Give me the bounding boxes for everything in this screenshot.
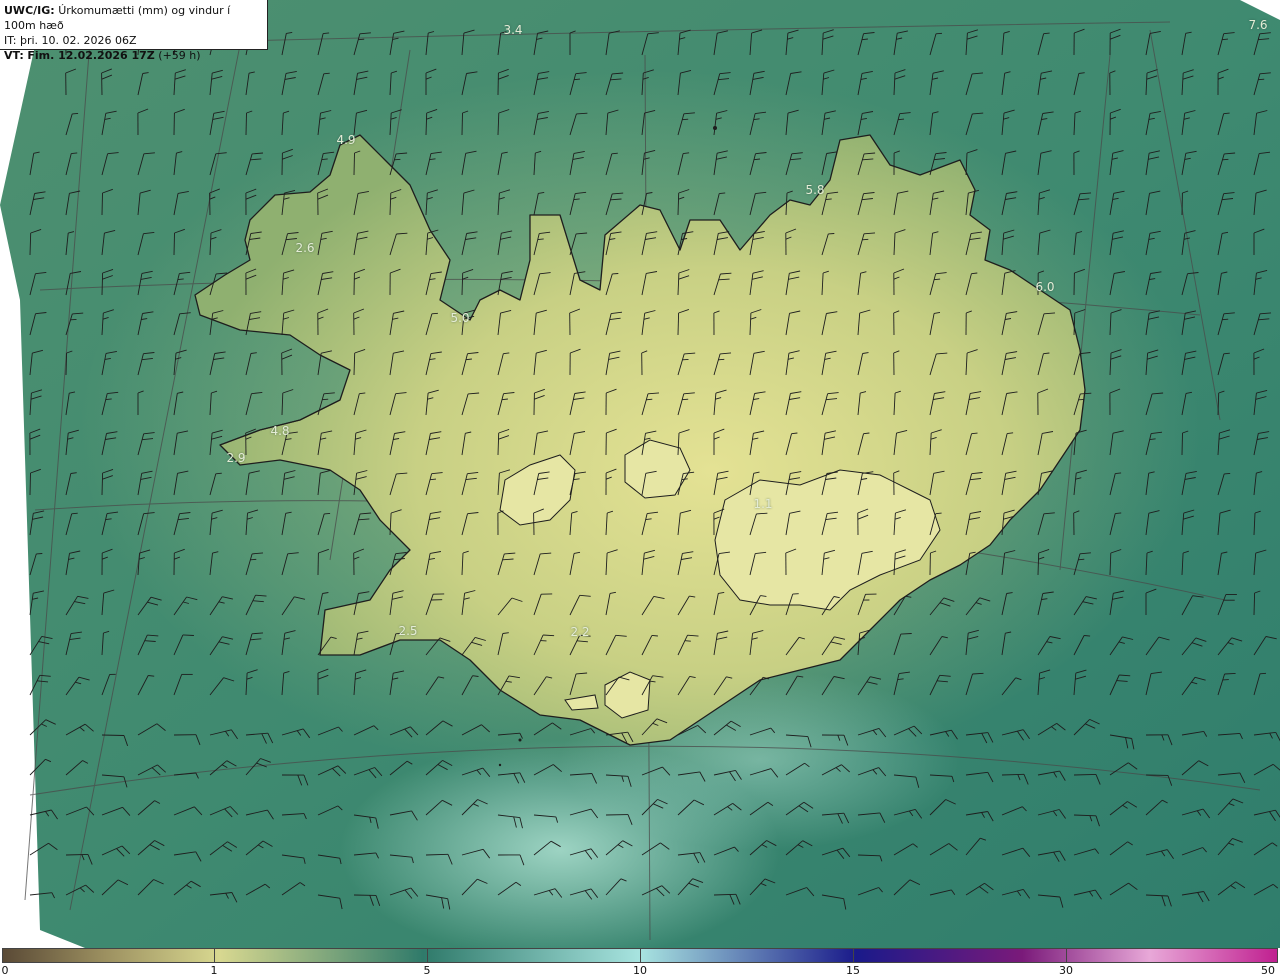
colorbar-tick: 0: [1, 964, 9, 977]
wind-barb-feather: [394, 158, 401, 161]
value-label: 6.0: [1035, 280, 1055, 294]
colorbar-tick: 10: [633, 964, 647, 977]
wind-barb-staff: [1253, 592, 1256, 616]
wind-barb-staff: [245, 112, 247, 136]
wind-barb-feather: [1223, 112, 1230, 115]
wind-barb-feather: [72, 112, 79, 115]
wind-barb-feather: [71, 512, 78, 515]
precipitable-water-map: [0, 0, 1280, 948]
wind-barb-feather: [215, 472, 222, 475]
colorbar-tick: 5: [423, 964, 431, 977]
value-label: 7.6: [1248, 18, 1268, 32]
colorbar-tick: 1: [210, 964, 218, 977]
wind-barb-feather: [430, 478, 437, 481]
wind-barb-feather: [684, 640, 691, 642]
wind-barb-feather: [323, 72, 330, 75]
wind-barb-feather: [898, 118, 905, 121]
wind-barb-feather: [651, 634, 658, 637]
value-label: 5.8: [805, 183, 825, 197]
wind-barb-feather: [1258, 78, 1265, 81]
colorbar-tick: 30: [1059, 964, 1073, 977]
wind-barb-feather: [250, 558, 257, 561]
wind-barb-feather: [646, 398, 653, 401]
value-label: 1.1: [753, 497, 773, 511]
value-label: 2.6: [295, 241, 315, 255]
wind-barb-staff: [101, 192, 103, 216]
value-label: 4.9: [336, 133, 356, 147]
wind-barb-staff: [101, 734, 125, 736]
wind-barb-feather: [971, 432, 978, 435]
colorbar-tick: 50: [1261, 964, 1275, 977]
colorbar-tick: 15: [846, 964, 860, 977]
wind-barb-feather: [1223, 352, 1230, 355]
wind-barb-feather: [1222, 318, 1229, 321]
value-label: 2.5: [398, 624, 418, 638]
wind-barb-feather: [1078, 558, 1085, 561]
wind-barb-feather: [682, 398, 689, 401]
lead-time: (+59 h): [158, 49, 201, 62]
wind-barb-feather: [862, 238, 869, 241]
wind-barb-feather: [574, 78, 581, 81]
wind-barb-feather: [324, 512, 331, 515]
wind-barb-feather: [1224, 472, 1231, 475]
value-label: 2.2: [570, 625, 590, 639]
wind-barb-feather: [1084, 635, 1091, 637]
value-label: 4.8: [270, 424, 290, 438]
wind-barb-feather: [182, 634, 194, 636]
wind-barb-staff: [65, 853, 89, 856]
valid-time: Fim. 12.02.2026 17Z: [27, 49, 155, 62]
wind-barb-feather: [718, 358, 725, 361]
wind-barb-feather: [900, 633, 912, 635]
map-area: UWC/IG: Úrkomumætti (mm) og vindur í 100…: [0, 0, 1280, 948]
wind-barb-feather: [431, 312, 438, 315]
wind-barb-staff: [101, 272, 104, 296]
wind-barb-staff: [353, 152, 355, 176]
model-label: UWC/IG:: [4, 4, 55, 17]
wind-barb-feather: [935, 32, 943, 35]
value-label: 2.9: [226, 451, 246, 465]
wind-barb-feather: [1259, 672, 1267, 675]
wind-barb-staff: [1181, 432, 1183, 456]
valid-prefix: VT:: [4, 49, 24, 62]
colorbar-legend: 0 1 5 10 15 30 50: [0, 948, 1280, 978]
wind-barb-feather: [1224, 672, 1236, 675]
initial-time: IT: þri. 10. 02. 2026 06Z: [4, 34, 137, 47]
wind-barb-staff: [173, 232, 175, 256]
wind-barb-feather: [934, 278, 941, 281]
wind-barb-feather: [682, 118, 689, 121]
wind-barb-feather: [1043, 32, 1050, 35]
wind-barb-feather: [322, 398, 329, 401]
wind-barb-feather: [358, 38, 365, 41]
wind-barb-staff: [677, 312, 680, 336]
wind-barb-staff: [101, 472, 104, 496]
wind-barb-staff: [1073, 773, 1097, 776]
wind-barb-feather: [611, 152, 618, 155]
wind-barb-staff: [461, 112, 463, 136]
map-info-box: UWC/IG: Úrkomumætti (mm) og vindur í 100…: [0, 0, 268, 62]
wind-barb-staff: [29, 472, 31, 496]
wind-barb-feather: [1222, 158, 1229, 161]
value-label: 3.4: [503, 23, 523, 37]
wind-barb-feather: [935, 512, 942, 515]
value-label: 5.0: [450, 311, 470, 325]
wind-barb-feather: [1222, 38, 1229, 41]
wind-barb-staff: [65, 352, 68, 376]
